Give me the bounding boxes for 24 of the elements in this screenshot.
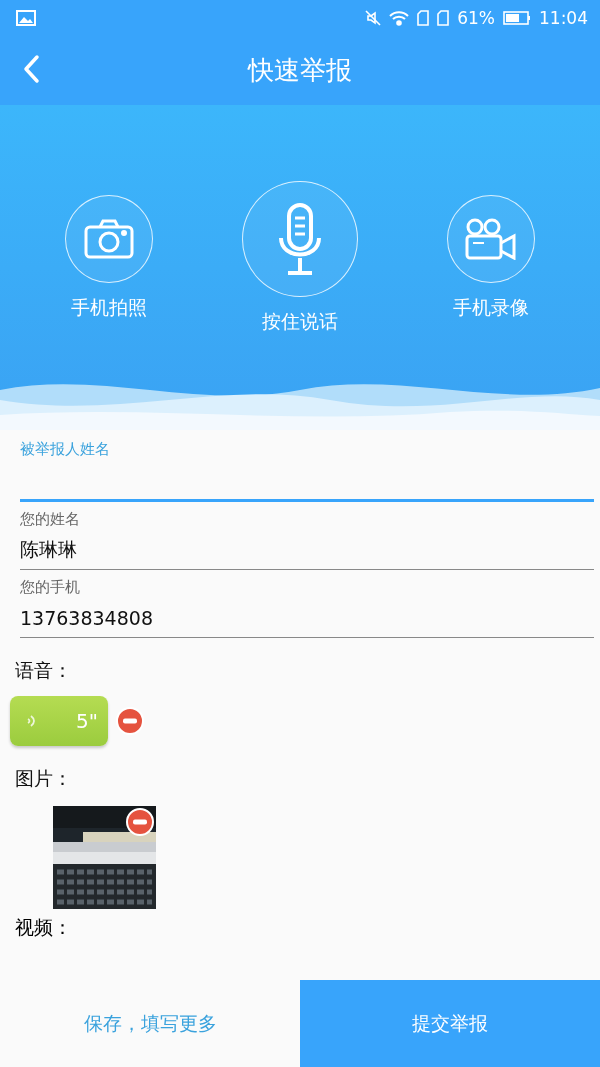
sim-card-icon (417, 10, 430, 26)
back-icon (22, 54, 40, 84)
video-camera-icon (464, 218, 519, 260)
field-label: 您的手机 (20, 578, 81, 597)
submit-button[interactable]: 提交举报 (300, 980, 600, 1067)
field-label: 您的姓名 (20, 510, 81, 529)
microphone-icon (278, 202, 322, 276)
sound-wave-icon (26, 712, 38, 730)
section-label: 视频： (15, 915, 73, 940)
mute-icon (365, 10, 382, 26)
battery-icon (503, 10, 531, 26)
camera-icon (83, 219, 134, 259)
voice-message-bubble[interactable]: 5" (10, 696, 108, 746)
section-label: 语音： (15, 658, 73, 683)
wifi-icon (389, 10, 410, 26)
text-field[interactable]: 13763834808 (20, 603, 594, 638)
text-field[interactable]: 陈琳琳 (20, 535, 594, 570)
clock: 11:04 (539, 8, 588, 28)
section-label: 图片： (15, 766, 73, 791)
battery-percent: 61% (457, 8, 495, 28)
field-label: 被举报人姓名 (20, 440, 111, 459)
page-title: 快速举报 (248, 54, 352, 87)
image-icon (16, 10, 36, 26)
sim-card-icon (437, 10, 450, 26)
